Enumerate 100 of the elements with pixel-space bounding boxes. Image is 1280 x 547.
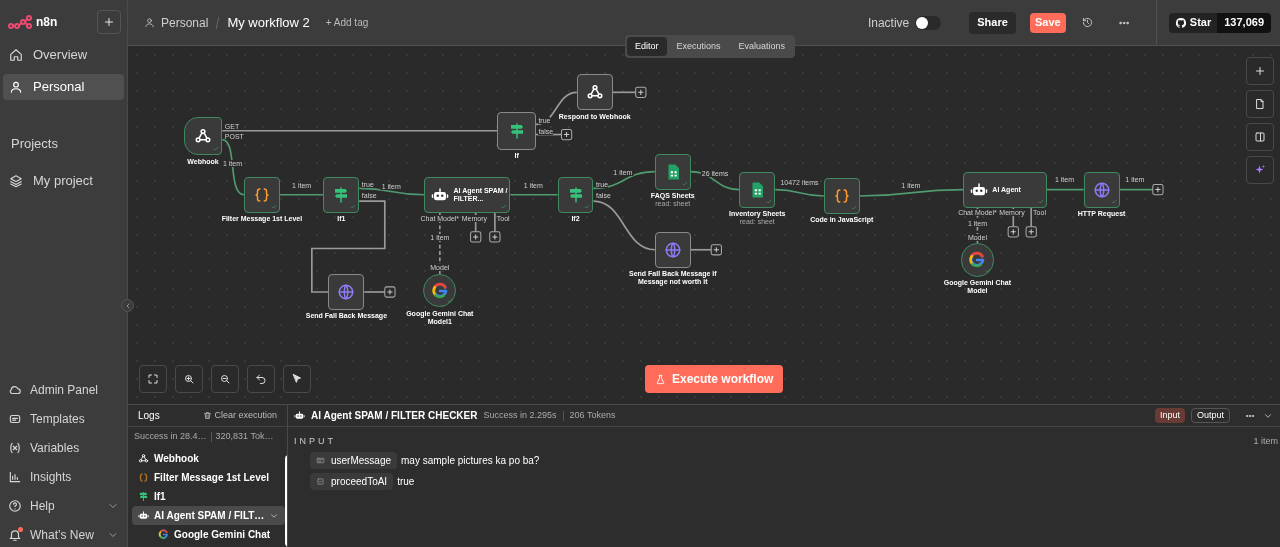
section-heading: Projects (10, 135, 59, 153)
view-tab[interactable]: Output (1190, 408, 1230, 423)
workflow-node[interactable] (423, 274, 457, 308)
sidebar-item[interactable]: Insights (0, 466, 127, 488)
sidebar-item[interactable]: Templates (0, 408, 127, 430)
check-icon (270, 203, 277, 210)
node-title: AI Agent SPAM / FILTER CHECKER (311, 409, 478, 423)
variables-icon (8, 441, 22, 455)
log-entry[interactable]: Google Gemini Chat (132, 525, 286, 544)
workflow-node[interactable] (576, 74, 613, 111)
add-node-icon[interactable] (1007, 226, 1019, 238)
connection-line (689, 248, 713, 251)
connection-line (1030, 206, 1033, 228)
workflow-node[interactable] (328, 274, 365, 310)
add-node-icon[interactable] (1152, 183, 1164, 196)
bell-icon (8, 528, 22, 542)
sidebar-item[interactable]: Help (0, 495, 127, 517)
badge-icon (8, 412, 22, 426)
zoom-out-icon (219, 373, 231, 385)
layers-icon (9, 173, 23, 188)
workflow-node[interactable] (497, 111, 536, 150)
sidebar-item[interactable]: Variables (0, 437, 127, 459)
add-node-icon[interactable] (489, 231, 501, 243)
braces-icon (832, 187, 851, 205)
check-icon (447, 298, 454, 305)
ai-assistant-button[interactable] (1246, 156, 1274, 184)
new-button[interactable] (97, 10, 121, 34)
check-icon (850, 204, 857, 211)
globe-icon (1092, 180, 1111, 199)
connection-line (535, 133, 563, 136)
add-node-icon[interactable] (635, 86, 647, 98)
check-icon (350, 203, 357, 210)
add-node-icon[interactable] (470, 231, 482, 243)
active-toggle[interactable] (915, 15, 942, 30)
add-tag-link[interactable]: + Add tag (325, 15, 369, 30)
panel-title: Logs (138, 409, 160, 423)
connection-line (774, 188, 825, 197)
sidebar-item[interactable]: Overview (3, 42, 124, 68)
undo-button[interactable] (247, 365, 275, 393)
tab[interactable]: Executions (668, 37, 729, 56)
robot-icon (294, 410, 305, 421)
workflow-node[interactable] (244, 176, 280, 213)
workflow-name[interactable]: My workflow 2 (227, 12, 310, 33)
sticky-note-button[interactable] (1246, 90, 1274, 118)
section-heading: INPUT (294, 435, 336, 448)
add-node-icon[interactable] (1025, 226, 1037, 238)
add-node-icon[interactable] (384, 286, 396, 298)
star-count: 137,069 (1217, 12, 1271, 33)
text-type-icon (316, 455, 325, 465)
check-icon (584, 203, 591, 210)
zoom-in-button[interactable] (175, 365, 203, 393)
connection-line (509, 193, 559, 196)
connection-line (439, 211, 441, 275)
bar-chart-icon (8, 470, 22, 484)
plus-icon (1254, 65, 1266, 77)
zoom-out-button[interactable] (211, 365, 239, 393)
workflow-node[interactable] (960, 243, 995, 277)
panel-icon (1254, 131, 1266, 143)
globe-icon (337, 283, 356, 301)
cursor-button[interactable] (283, 365, 311, 393)
workflow-node[interactable] (739, 171, 776, 208)
share-button[interactable]: Share (969, 11, 1016, 34)
zoom-in-icon (183, 373, 195, 385)
workflow-node[interactable] (654, 231, 691, 268)
github-star-button[interactable]: Star (1168, 12, 1218, 33)
add-button[interactable] (1246, 57, 1274, 85)
workflow-node[interactable] (183, 116, 223, 155)
add-node-icon[interactable] (710, 244, 722, 256)
document-icon (1254, 98, 1266, 110)
plus-icon (103, 16, 115, 28)
check-icon (1037, 198, 1044, 205)
workflow-node[interactable] (323, 176, 360, 213)
tab[interactable]: Evaluations (730, 37, 794, 56)
panel-button[interactable] (1246, 123, 1274, 151)
status-text: Success in 28.4… (134, 430, 207, 444)
clear-execution-button[interactable]: Clear execution (203, 408, 277, 423)
view-tab[interactable]: Input (1154, 408, 1185, 423)
g-logo-icon (158, 529, 169, 540)
breadcrumb-link[interactable]: Personal (161, 13, 209, 32)
checkbox-type-icon (316, 476, 325, 486)
log-entry[interactable]: AI Agent SPAM / FILT… (132, 506, 286, 525)
workflow-node[interactable] (557, 176, 594, 213)
sidebar-item[interactable]: What’s New (0, 524, 127, 546)
connection-line (1045, 188, 1085, 191)
fit-view-button[interactable] (139, 365, 167, 393)
sidebar-item[interactable]: Admin Panel (0, 379, 127, 401)
workflow-node[interactable] (823, 178, 860, 214)
workflow-node[interactable] (1083, 171, 1120, 208)
log-entry[interactable]: If1 (132, 487, 286, 506)
sidebar-item[interactable]: Personal (3, 74, 124, 100)
github-icon (1174, 16, 1187, 29)
log-entry[interactable]: Webhook (132, 449, 286, 468)
log-entry[interactable]: Filter Message 1st Level (132, 468, 286, 487)
tab[interactable]: Editor (627, 37, 667, 56)
add-node-icon[interactable] (560, 128, 573, 141)
sidebar-item[interactable]: My project (0, 167, 127, 194)
globe-icon (663, 240, 682, 259)
braces-icon (138, 472, 149, 483)
workflow-node[interactable] (654, 153, 691, 190)
connection-line (221, 138, 245, 196)
